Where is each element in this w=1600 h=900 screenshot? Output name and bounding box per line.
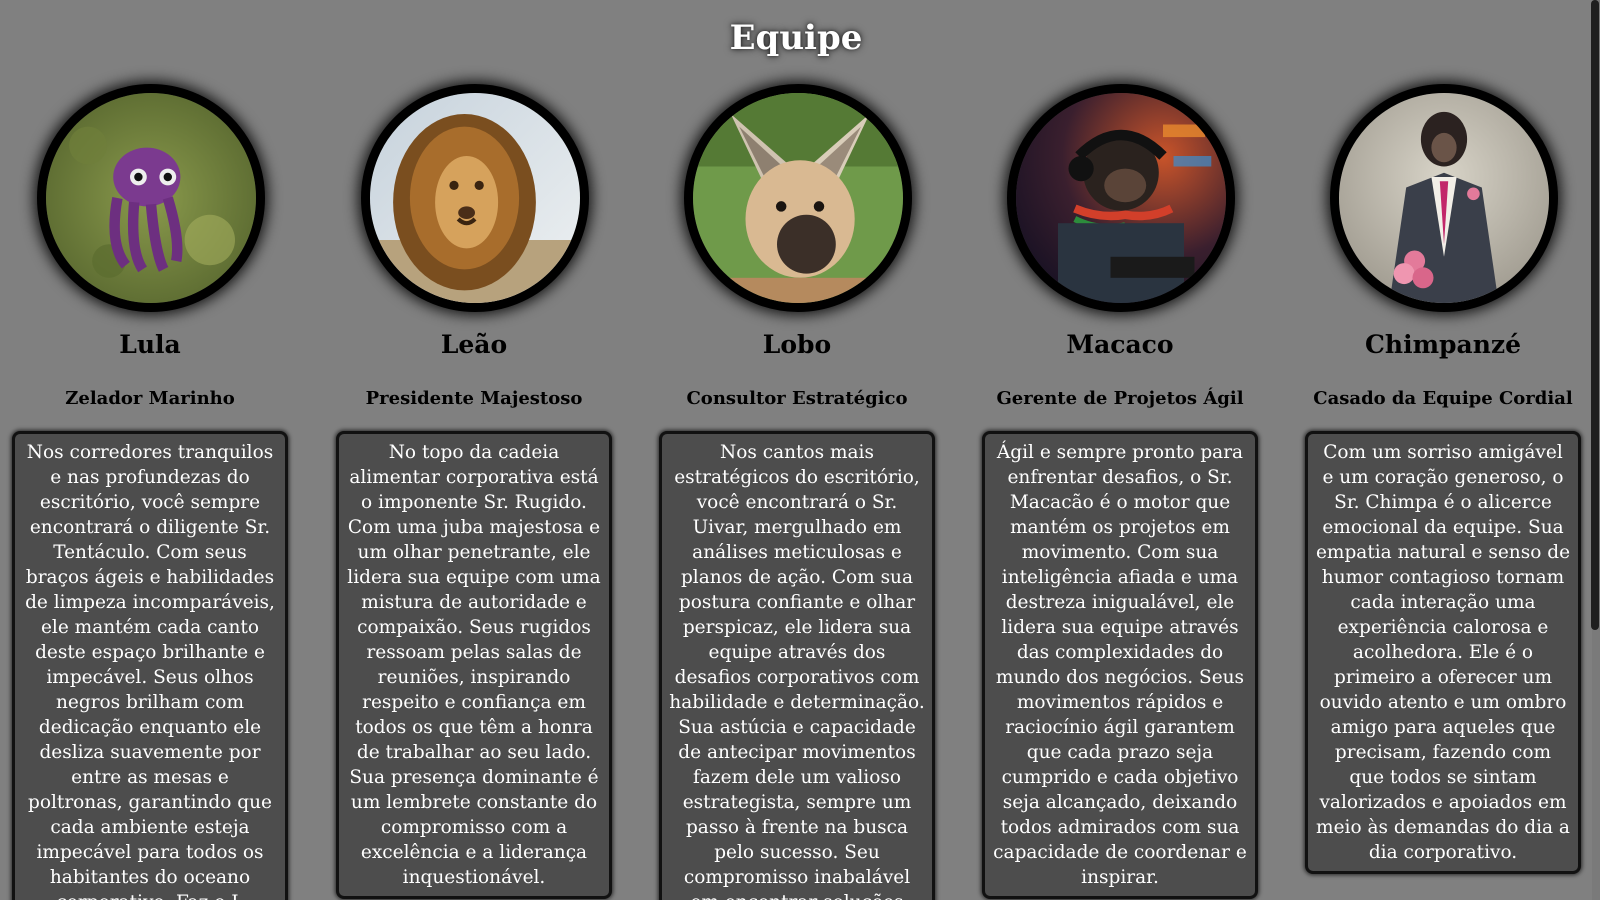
member-bio: Nos corredores tranquilos e nas profunde…	[12, 431, 288, 900]
scrollbar-thumb[interactable]	[1591, 0, 1599, 630]
member-name: Macaco	[1066, 330, 1174, 359]
member-bio: Nos cantos mais estratégicos do escritór…	[659, 431, 935, 900]
member-bio: Ágil e sempre pronto para enfrentar desa…	[982, 431, 1258, 899]
page-title: Equipe	[729, 18, 863, 58]
member-name: Lula	[119, 330, 181, 359]
page: Equipe Lula Zelador Marinho Nos corredor…	[0, 0, 1600, 900]
member-name: Chimpanzé	[1365, 330, 1521, 359]
chimpanzee-suit-photo-icon	[1330, 84, 1558, 312]
member-bio: No topo da cadeia alimentar corporativa …	[336, 431, 612, 899]
member-role: Gerente de Projetos Ágil	[996, 388, 1244, 409]
member-role: Zelador Marinho	[65, 388, 235, 409]
member-name: Leão	[440, 330, 508, 359]
maned-wolf-photo-icon	[684, 84, 912, 312]
member-role: Consultor Estratégico	[686, 388, 908, 409]
member-role: Presidente Majestoso	[365, 388, 583, 409]
member-role: Casado da Equipe Cordial	[1313, 388, 1573, 409]
lion-photo-icon	[361, 84, 589, 312]
squid-photo-icon	[37, 84, 265, 312]
member-bio: Com um sorriso amigável e um coração gen…	[1305, 431, 1581, 874]
monkey-dj-photo-icon	[1007, 84, 1235, 312]
member-name: Lobo	[762, 330, 832, 359]
vertical-scrollbar[interactable]	[1591, 0, 1600, 900]
